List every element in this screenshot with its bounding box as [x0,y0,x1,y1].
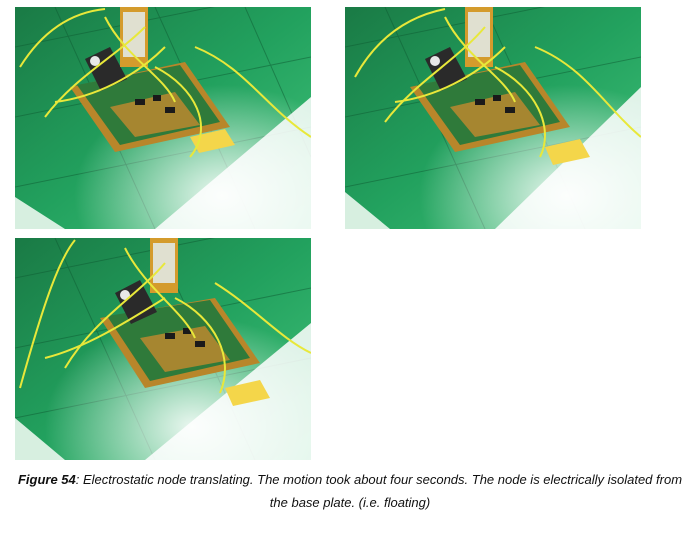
figure-label: Figure 54 [17,472,76,487]
node-photo-1 [15,7,311,229]
photo-frame-1 [15,7,311,229]
figure-caption: Figure 54: Electrostatic node translatin… [15,468,685,514]
figure-caption-text: : Electrostatic node translating. The mo… [75,472,683,510]
node-photo-3 [15,238,311,460]
photo-frame-2 [345,7,641,229]
photo-frame-3 [15,238,311,460]
node-photo-2 [345,7,641,229]
document-page: Figure 54: Electrostatic node translatin… [0,0,700,533]
